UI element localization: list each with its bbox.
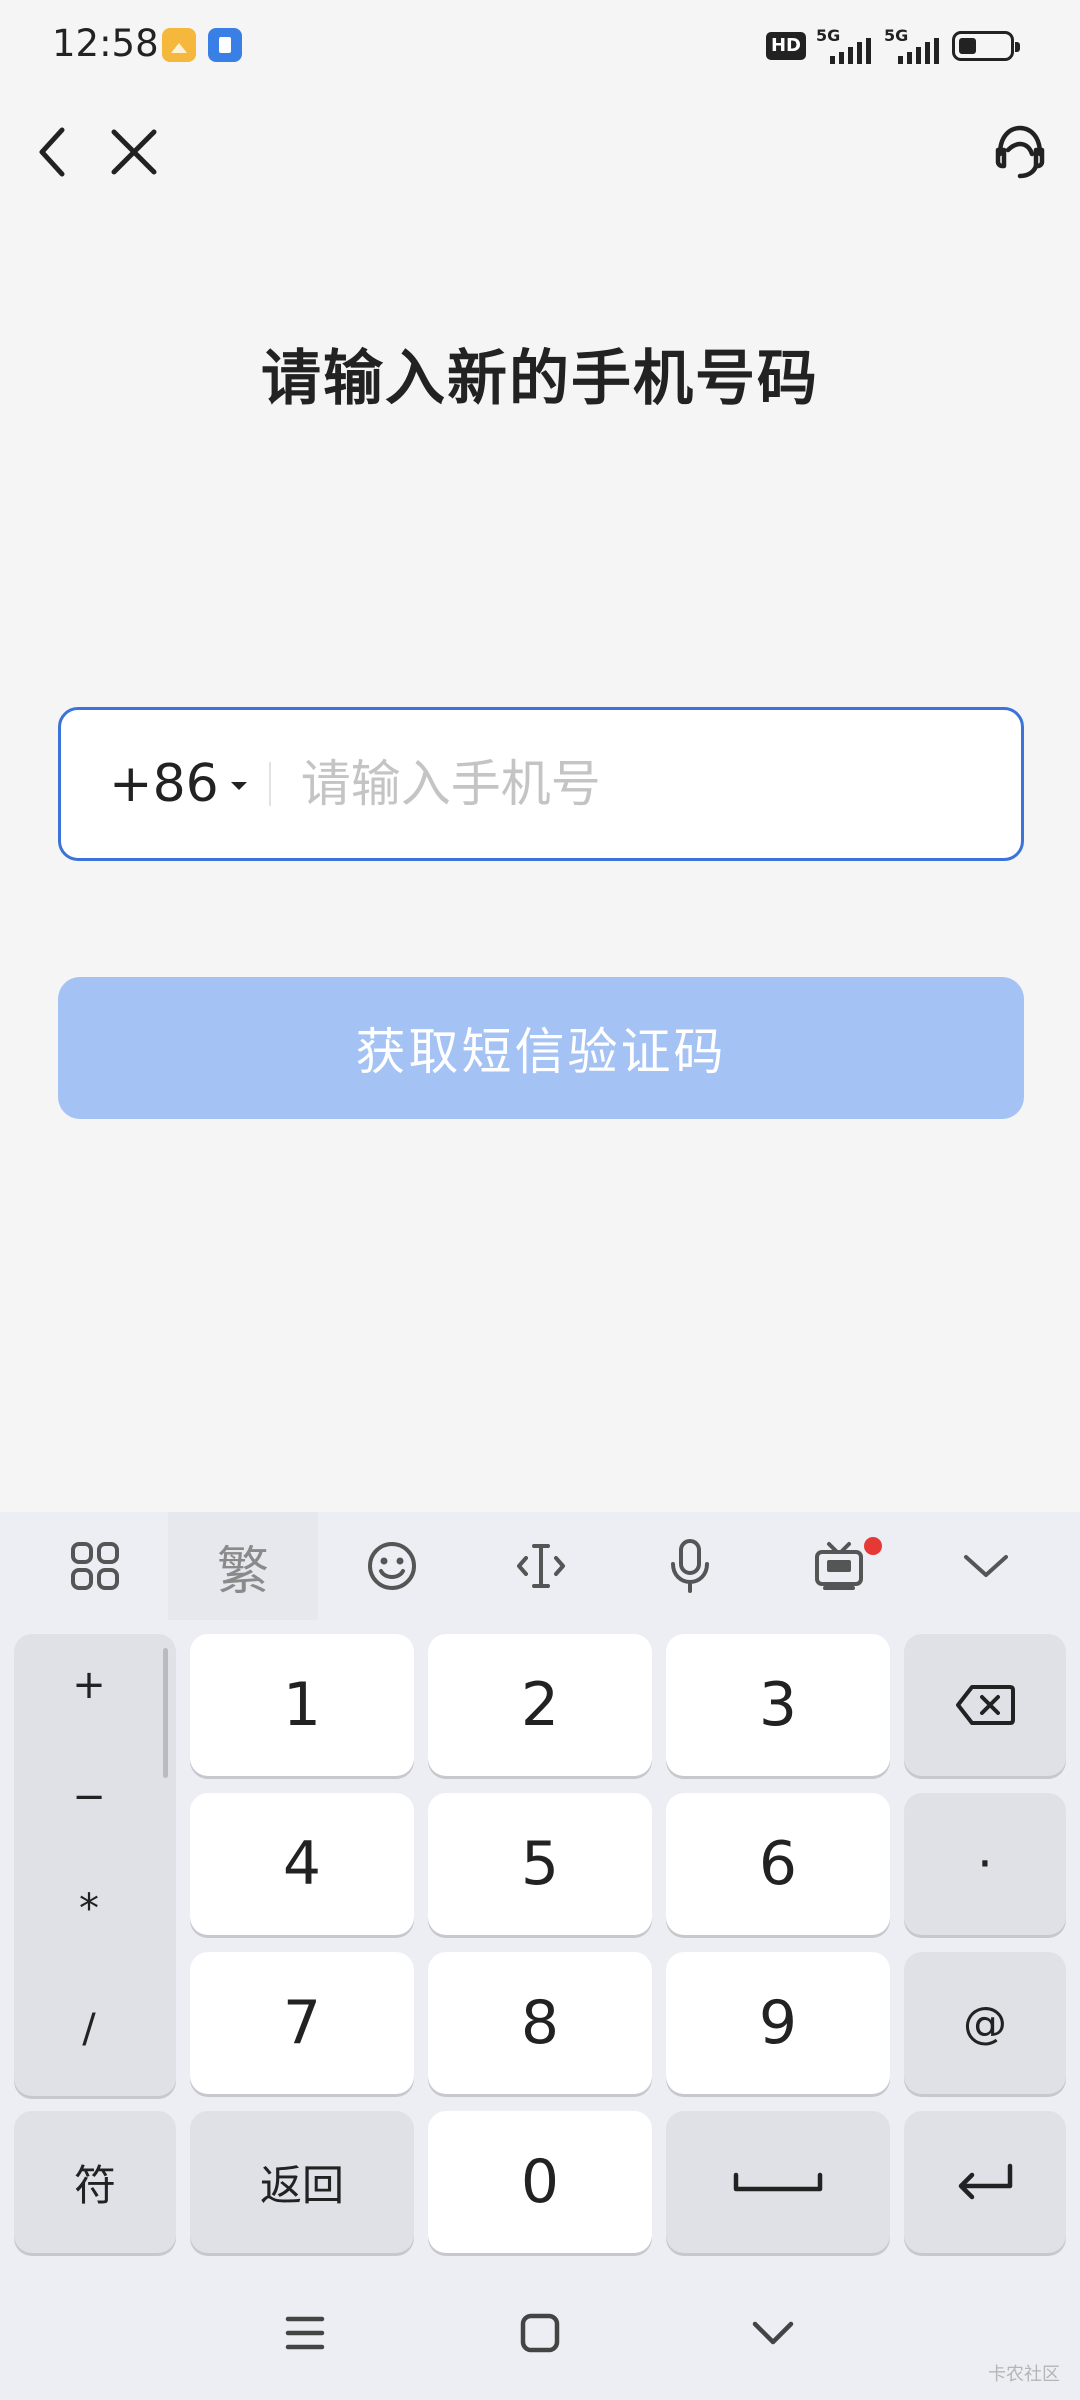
microphone-icon (671, 1539, 709, 1593)
files-notification-icon (208, 28, 242, 62)
notification-dot (864, 1537, 882, 1555)
status-bar: 12:58 HD 5G 5G (0, 0, 1080, 92)
tv-icon (815, 1542, 863, 1590)
key-2[interactable]: 2 (428, 1634, 652, 1776)
customer-service-headset-icon (995, 125, 1045, 179)
back-button[interactable] (20, 120, 84, 184)
symbol-minus-key[interactable]: − (14, 1774, 164, 1820)
get-sms-code-button[interactable]: 获取短信验证码 (58, 977, 1024, 1119)
enter-key[interactable] (904, 2111, 1066, 2253)
system-home-button[interactable] (500, 2298, 580, 2368)
phone-number-input[interactable] (300, 755, 961, 813)
symbol-slash-key[interactable]: / (14, 2006, 164, 2052)
space-key[interactable] (666, 2111, 890, 2253)
enter-icon (958, 2163, 1013, 2200)
key-8[interactable]: 8 (428, 1952, 652, 2094)
system-navigation-bar (0, 2276, 1080, 2400)
key-4[interactable]: 4 (190, 1793, 414, 1935)
cursor-move-button[interactable] (496, 1530, 586, 1602)
system-back-button[interactable] (733, 2298, 813, 2368)
system-menu-button[interactable] (265, 2298, 345, 2368)
cursor-move-icon (517, 1544, 565, 1588)
return-to-letters-key[interactable]: 返回 (190, 2111, 414, 2253)
symbol-plus-key[interactable]: + (14, 1662, 164, 1708)
traditional-label: 繁 (216, 1541, 269, 1602)
battery-fill (959, 38, 976, 54)
customer-service-button[interactable] (988, 120, 1052, 184)
emoji-button[interactable] (347, 1530, 437, 1602)
grid-icon (71, 1542, 119, 1590)
dot-key[interactable]: · (904, 1793, 1066, 1935)
gallery-notification-icon (162, 28, 196, 62)
space-icon (733, 2172, 823, 2192)
chevron-down-icon (964, 1555, 1008, 1577)
hd-badge: HD (765, 32, 806, 60)
keyboard-toolbar: 繁 (0, 1512, 1080, 1620)
caret-down-icon (230, 782, 247, 790)
key-9[interactable]: 9 (666, 1952, 890, 2094)
divider (268, 762, 271, 806)
backspace-icon (956, 1685, 1015, 1725)
close-icon (111, 129, 157, 175)
symbol-asterisk-key[interactable]: * (14, 1886, 164, 1932)
phone-input-container[interactable]: +86 (58, 707, 1024, 861)
status-indicators: HD 5G 5G (765, 26, 1020, 66)
traditional-chinese-toggle[interactable]: 繁 (198, 1530, 288, 1602)
page-title: 请输入新的手机号码 (261, 344, 819, 414)
backspace-key[interactable] (904, 1634, 1066, 1776)
menu-icon (285, 2316, 325, 2350)
key-0[interactable]: 0 (428, 2111, 652, 2253)
keyboard-menu-button[interactable] (50, 1530, 140, 1602)
key-6[interactable]: 6 (666, 1793, 890, 1935)
collapse-keyboard-button[interactable] (941, 1530, 1031, 1602)
country-code-selector[interactable]: +86 (109, 710, 249, 858)
key-1[interactable]: 1 (190, 1634, 414, 1776)
symbol-list[interactable]: + − * / (14, 1634, 176, 2096)
home-icon (520, 2313, 560, 2353)
watermark: 卡农社区 (988, 2364, 1060, 2385)
at-key[interactable]: @ (904, 1952, 1066, 2094)
chevron-down-icon (752, 2321, 794, 2345)
battery-icon (952, 31, 1020, 61)
country-code-label: +86 (109, 754, 219, 814)
key-5[interactable]: 5 (428, 1793, 652, 1935)
status-time: 12:58 (52, 22, 159, 65)
emoji-icon (368, 1542, 416, 1590)
voice-input-button[interactable] (645, 1530, 735, 1602)
key-3[interactable]: 3 (666, 1634, 890, 1776)
signal-sim2-icon: 5G (884, 26, 942, 66)
chevron-left-icon (39, 127, 65, 177)
close-button[interactable] (102, 120, 166, 184)
key-7[interactable]: 7 (190, 1952, 414, 2094)
signal-sim1-icon: 5G (816, 26, 874, 66)
symbols-key[interactable]: 符 (14, 2111, 176, 2253)
